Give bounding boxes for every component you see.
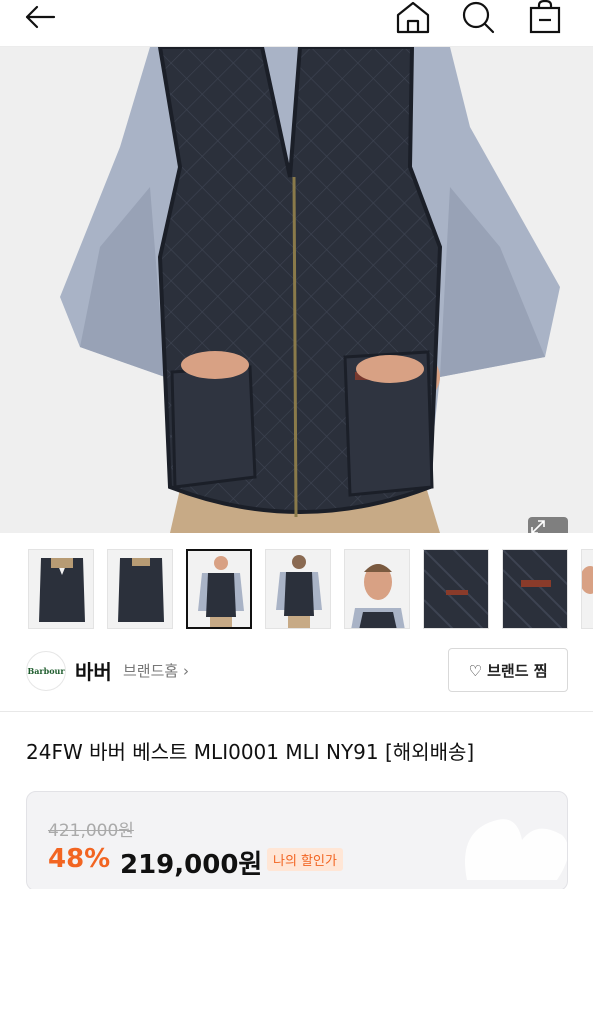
- thumbnail-item[interactable]: [186, 549, 252, 629]
- brand-home-link[interactable]: 브랜드홈 ›: [123, 660, 189, 681]
- thumbnail-item[interactable]: [581, 549, 593, 629]
- brand-name[interactable]: 바버: [75, 656, 112, 685]
- section-divider: [0, 711, 593, 712]
- expand-icon: [531, 520, 545, 533]
- cart-button[interactable]: [525, 0, 565, 34]
- thumbnail-item[interactable]: [107, 549, 173, 629]
- thumbnail-item[interactable]: [265, 549, 331, 629]
- thumbnail-strip: [0, 549, 593, 631]
- brand-like-label: ♡ 브랜드 찜: [468, 661, 548, 680]
- thumbnail-item[interactable]: [344, 549, 410, 629]
- price-card: 421,000원 48% 219,000원 나의 할인가: [26, 791, 568, 891]
- shopping-bag-icon: [529, 0, 561, 34]
- original-price: 421,000원: [48, 821, 134, 841]
- bottom-sheet: [0, 889, 593, 1024]
- search-button[interactable]: [458, 0, 498, 34]
- product-main-image[interactable]: [0, 47, 593, 533]
- search-icon: [462, 1, 495, 34]
- discount-rate: 48%: [48, 844, 111, 874]
- brand-row: Barbour 바버 브랜드홈 › ♡ 브랜드 찜: [0, 640, 593, 704]
- home-icon: [396, 1, 430, 34]
- expand-image-button[interactable]: [528, 517, 568, 533]
- sale-price: 219,000원: [120, 850, 263, 880]
- brand-logo-text: Barbour: [27, 666, 65, 676]
- thumbnail-item[interactable]: [423, 549, 489, 629]
- brand-logo[interactable]: Barbour: [26, 651, 66, 691]
- my-discount-badge[interactable]: 나의 할인가: [267, 848, 343, 871]
- thumbnail-item[interactable]: [502, 549, 568, 629]
- back-button[interactable]: [20, 0, 60, 34]
- top-app-bar: [0, 0, 593, 47]
- thumbnail-item[interactable]: [28, 549, 94, 629]
- home-button[interactable]: [393, 0, 433, 34]
- arrow-left-icon: [25, 5, 56, 29]
- decorative-graphic: [465, 819, 567, 880]
- product-title: 24FW 바버 베스트 MLI0001 MLI NY91 [해외배송]: [26, 740, 475, 764]
- brand-like-button[interactable]: ♡ 브랜드 찜: [448, 648, 568, 692]
- vest-model-photo: [0, 47, 593, 533]
